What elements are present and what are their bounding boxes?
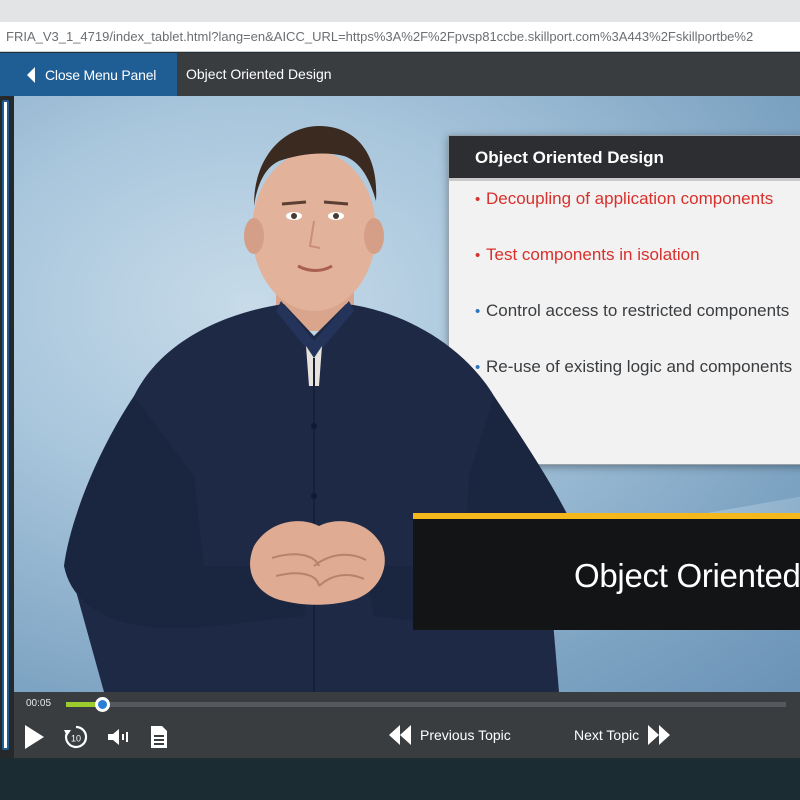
next-topic-icon — [648, 725, 671, 745]
video-stage[interactable]: Object Oriented Design • Decoupling of ap… — [14, 96, 800, 692]
previous-topic-icon — [389, 725, 411, 745]
lower-third-caption: Object Oriented Design — [413, 513, 800, 630]
page-footer-area — [0, 758, 800, 800]
player-window: FRIA_V3_1_4719/index_tablet.html?lang=en… — [0, 0, 800, 800]
transcript-icon[interactable] — [149, 725, 169, 749]
browser-chrome — [0, 0, 800, 22]
svg-text:10: 10 — [71, 734, 81, 744]
course-title: Object Oriented Design — [186, 66, 332, 82]
player-header: Close Menu Panel Object Oriented Design — [0, 53, 800, 96]
seek-bar[interactable] — [66, 697, 786, 712]
url-bar[interactable]: FRIA_V3_1_4719/index_tablet.html?lang=en… — [0, 22, 800, 52]
next-topic-label: Next Topic — [574, 727, 640, 743]
close-menu-panel-button[interactable]: Close Menu Panel — [0, 53, 177, 96]
replay-10-icon[interactable]: 10 — [63, 724, 89, 750]
lower-third-text: Object Oriented Design — [574, 557, 800, 594]
volume-icon[interactable] — [106, 727, 130, 747]
previous-topic-button[interactable]: Previous Topic — [388, 724, 511, 746]
elapsed-time: 00:05 — [26, 698, 52, 709]
menu-panel-rail[interactable] — [0, 96, 14, 758]
seek-handle[interactable] — [95, 697, 110, 712]
chevron-left-icon — [27, 67, 35, 83]
close-menu-panel-label: Close Menu Panel — [45, 66, 157, 83]
url-text[interactable]: FRIA_V3_1_4719/index_tablet.html?lang=en… — [6, 22, 800, 52]
player-controls: 00:05 10 Previous Topic Next Topic — [14, 692, 800, 758]
menu-panel-scrollbar[interactable] — [2, 100, 9, 750]
next-topic-button[interactable]: Next Topic — [574, 724, 671, 746]
previous-topic-label: Previous Topic — [420, 727, 511, 743]
play-icon[interactable] — [23, 724, 45, 750]
